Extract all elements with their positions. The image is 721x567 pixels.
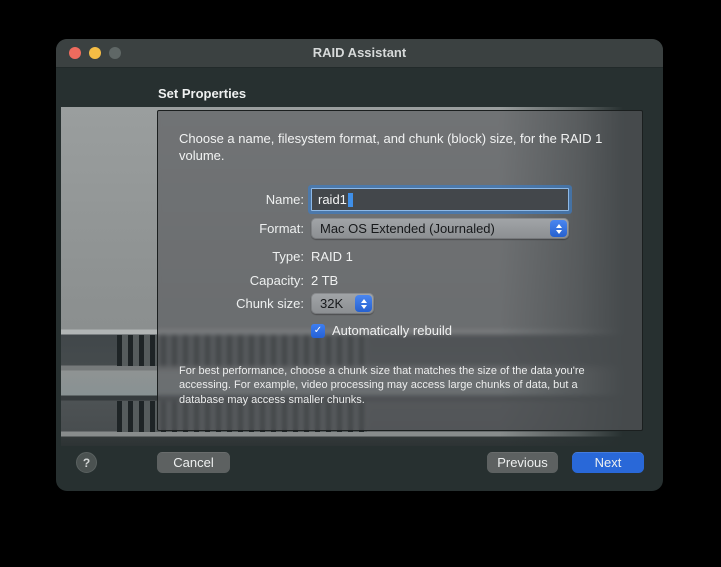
stepper-icon	[550, 220, 567, 237]
chevron-up-icon	[361, 299, 367, 303]
format-popup[interactable]: Mac OS Extended (Journaled)	[311, 218, 569, 239]
text-caret	[348, 193, 353, 207]
format-label: Format:	[158, 221, 311, 236]
panel-description: Choose a name, filesystem format, and ch…	[179, 131, 615, 164]
auto-rebuild-checkbox[interactable]: ✓	[311, 324, 325, 338]
type-value: RAID 1	[311, 249, 353, 264]
type-label: Type:	[158, 249, 311, 264]
name-row: Name: raid1	[158, 188, 569, 211]
capacity-label: Capacity:	[158, 273, 311, 288]
screen-background: RAID Assistant Set Properties Choose a n…	[0, 0, 721, 567]
name-input[interactable]: raid1	[311, 188, 569, 211]
capacity-value: 2 TB	[311, 273, 338, 288]
step-heading: Set Properties	[158, 86, 246, 101]
name-value: raid1	[318, 192, 347, 207]
auto-rebuild-label: Automatically rebuild	[332, 323, 452, 338]
chunk-size-label: Chunk size:	[158, 296, 311, 311]
chevron-up-icon	[556, 224, 562, 228]
checkmark-icon: ✓	[314, 326, 322, 336]
stepper-icon	[355, 295, 372, 312]
previous-button[interactable]: Previous	[487, 452, 558, 473]
titlebar[interactable]: RAID Assistant	[56, 39, 663, 68]
raid-assistant-window: RAID Assistant Set Properties Choose a n…	[56, 39, 663, 491]
properties-panel: Choose a name, filesystem format, and ch…	[157, 110, 643, 431]
auto-rebuild-row: ✓ Automatically rebuild	[311, 323, 452, 338]
chunk-size-value: 32K	[320, 296, 343, 311]
name-label: Name:	[158, 192, 311, 207]
format-row: Format: Mac OS Extended (Journaled)	[158, 218, 569, 239]
help-button[interactable]: ?	[76, 452, 97, 473]
format-value: Mac OS Extended (Journaled)	[320, 221, 495, 236]
next-button[interactable]: Next	[572, 452, 644, 473]
window-title: RAID Assistant	[56, 39, 663, 67]
cancel-button[interactable]: Cancel	[157, 452, 230, 473]
capacity-row: Capacity: 2 TB	[158, 272, 338, 288]
chevron-down-icon	[361, 305, 367, 309]
chunk-size-note: For best performance, choose a chunk siz…	[179, 364, 613, 407]
type-row: Type: RAID 1	[158, 248, 353, 264]
chunk-size-row: Chunk size: 32K	[158, 293, 374, 314]
chunk-size-popup[interactable]: 32K	[311, 293, 374, 314]
chevron-down-icon	[556, 230, 562, 234]
